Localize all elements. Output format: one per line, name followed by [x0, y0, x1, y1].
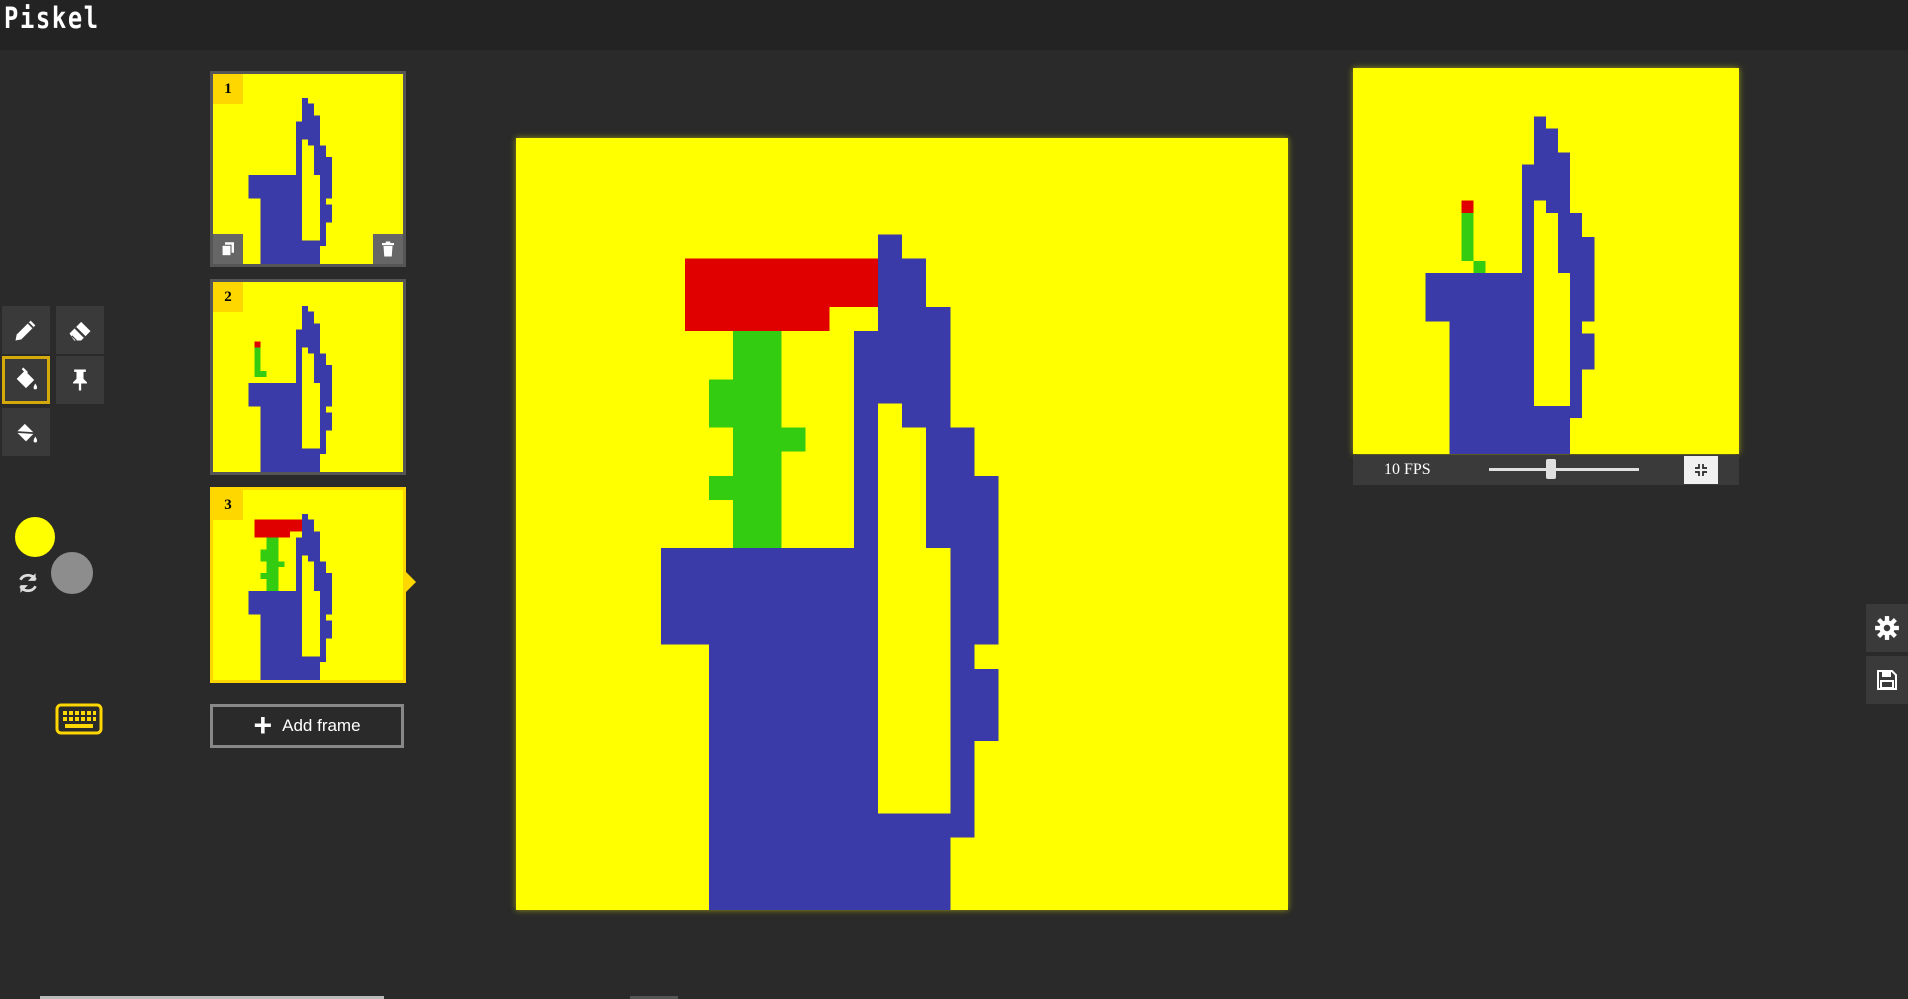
keyboard-shortcuts-button[interactable]	[55, 702, 103, 736]
canvas-image	[660, 234, 999, 910]
fps-slider-thumb[interactable]	[1546, 459, 1556, 479]
gear-icon	[1875, 616, 1899, 640]
frame-number: 2	[213, 282, 243, 312]
frame-thumbnail-2[interactable]: 2	[210, 279, 406, 475]
frame-number: 3	[213, 490, 243, 520]
pen-tool-button[interactable]	[2, 306, 50, 354]
trash-icon	[382, 241, 394, 257]
preview-controls: 10 FPS	[1353, 455, 1739, 485]
delete-frame-button[interactable]	[373, 234, 403, 264]
duplicate-frame-button[interactable]	[213, 234, 243, 264]
swap-colors-button[interactable]	[15, 570, 41, 596]
drawing-canvas[interactable]	[516, 138, 1288, 910]
fps-label: 10 FPS	[1384, 461, 1431, 478]
settings-button[interactable]	[1866, 604, 1908, 652]
save-icon	[1877, 670, 1897, 690]
save-button[interactable]	[1866, 656, 1908, 704]
pin-icon	[73, 369, 87, 391]
pin-tool-button[interactable]	[56, 356, 104, 404]
collapse-icon	[1695, 464, 1707, 476]
bucket-replace-icon	[16, 423, 38, 443]
eraser-icon	[69, 321, 91, 341]
add-frame-button[interactable]: + Add frame	[210, 704, 404, 748]
add-frame-label: Add frame	[282, 716, 361, 735]
swap-icon	[19, 573, 37, 593]
pencil-icon	[15, 320, 36, 341]
primary-color-swatch[interactable]	[12, 514, 58, 560]
paint-bucket-icon	[16, 367, 38, 390]
paint-bucket-tool-button[interactable]	[2, 356, 50, 404]
plus-icon: +	[253, 706, 273, 743]
app-logo: Piskel	[4, 1, 100, 35]
frame-number: 1	[213, 74, 243, 104]
animation-preview	[1353, 68, 1739, 454]
duplicate-icon	[221, 242, 234, 257]
color-replace-tool-button[interactable]	[2, 408, 50, 456]
frame-thumbnail-1[interactable]: 1	[210, 71, 406, 267]
active-frame-indicator	[406, 572, 416, 592]
fullscreen-toggle-button[interactable]	[1684, 456, 1718, 484]
fps-slider-track[interactable]	[1489, 468, 1639, 471]
top-bar: Piskel	[0, 0, 1908, 50]
secondary-color-swatch[interactable]	[48, 549, 96, 597]
frame-thumbnail-3[interactable]: 3	[210, 487, 406, 683]
eraser-tool-button[interactable]	[56, 306, 104, 354]
preview-image	[1425, 116, 1595, 454]
keyboard-icon	[55, 703, 103, 735]
